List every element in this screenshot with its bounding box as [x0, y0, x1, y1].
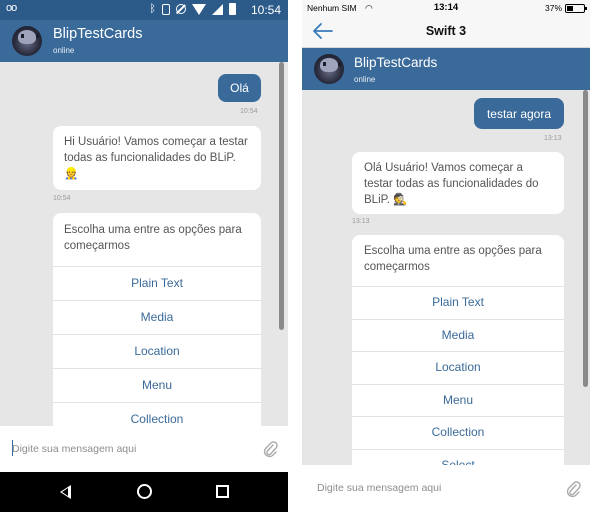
chat-area[interactable]: testar agora 13:13 Olá Usuário! Vamos co… [302, 90, 590, 465]
option-plain-text[interactable]: Plain Text [53, 266, 261, 300]
received-message-text: Hi Usuário! Vamos começar a testar todas… [64, 136, 248, 180]
sent-message-time: 13:13 [544, 135, 562, 142]
card-prompt: Escolha uma entre as opções para começar… [64, 224, 242, 252]
paperclip-icon[interactable] [565, 480, 581, 498]
message-composer [302, 465, 590, 512]
nav-home-icon[interactable] [137, 484, 152, 499]
chat-header[interactable]: BlipTestCards online [0, 20, 288, 62]
chat-header[interactable]: BlipTestCards online [302, 48, 590, 90]
signal-icon [212, 3, 223, 15]
chat-area[interactable]: Olá 10:54 Hi Usuário! Vamos começar a te… [0, 62, 288, 426]
message-input[interactable] [12, 440, 252, 458]
bluetooth-icon: ᛒ [149, 3, 156, 15]
received-message: Olá Usuário! Vamos começar a testar toda… [352, 152, 564, 214]
nav-recent-icon[interactable] [216, 485, 229, 498]
received-message-time: 13:13 [352, 218, 370, 225]
wifi-icon [192, 3, 206, 15]
card-option-list: Plain Text Media Location Menu Collectio… [352, 286, 564, 465]
ios-screen: Nenhum SIM ◠ 13:14 37% Swift 3 BlipTestC… [302, 0, 590, 512]
option-location[interactable]: Location [352, 351, 564, 384]
status-time: 10:54 [250, 3, 281, 17]
android-status-bar: oo ᛒ 10:54 [0, 0, 288, 20]
contact-name: BlipTestCards [53, 26, 143, 42]
contact-status: online [53, 46, 75, 55]
android-screen: oo ᛒ 10:54 BlipTestCards online Olá 10:5… [0, 0, 288, 512]
avatar[interactable] [12, 26, 42, 56]
sent-message: testar agora [474, 98, 564, 129]
option-menu[interactable]: Menu [352, 383, 564, 416]
sent-message-time: 10:54 [240, 108, 258, 115]
ios-status-bar: Nenhum SIM ◠ 13:14 37% [302, 0, 590, 16]
option-plain-text[interactable]: Plain Text [352, 286, 564, 319]
battery-icon [229, 3, 236, 15]
options-card: Escolha uma entre as opções para começar… [352, 235, 564, 465]
options-card: Escolha uma entre as opções para começar… [53, 213, 261, 426]
nav-title: Swift 3 [425, 24, 467, 38]
message-composer [0, 426, 288, 472]
navigation-bar: Swift 3 [302, 16, 590, 48]
received-message-time: 10:54 [53, 195, 71, 202]
message-input[interactable] [317, 479, 557, 497]
option-menu[interactable]: Menu [53, 368, 261, 402]
option-collection[interactable]: Collection [53, 402, 261, 426]
nav-back-icon[interactable] [60, 485, 71, 499]
option-collection[interactable]: Collection [352, 416, 564, 449]
contact-name: BlipTestCards [354, 55, 438, 70]
card-option-list: Plain Text Media Location Menu Collectio… [53, 266, 261, 426]
avatar[interactable] [314, 54, 344, 84]
chat-scrollbar[interactable] [583, 90, 588, 387]
received-message-text: Olá Usuário! Vamos começar a testar toda… [364, 162, 539, 206]
battery-percent: 37% [544, 3, 562, 13]
option-select[interactable]: Select [352, 448, 564, 465]
chat-scrollbar[interactable] [279, 62, 284, 330]
option-media[interactable]: Media [352, 318, 564, 351]
voicemail-icon: oo [6, 2, 17, 14]
vibrate-icon [162, 3, 170, 15]
no-disturb-icon [176, 4, 186, 14]
option-location[interactable]: Location [53, 334, 261, 368]
card-prompt: Escolha uma entre as opções para começar… [364, 245, 542, 273]
battery-icon [565, 4, 587, 13]
received-message: Hi Usuário! Vamos começar a testar todas… [53, 126, 261, 190]
sent-message: Olá [218, 74, 261, 102]
android-nav-bar [0, 472, 288, 512]
contact-status: online [354, 75, 376, 84]
sent-message-text: testar agora [486, 106, 552, 121]
sent-message-text: Olá [230, 81, 249, 95]
option-media[interactable]: Media [53, 300, 261, 334]
paperclip-icon[interactable] [262, 440, 278, 458]
